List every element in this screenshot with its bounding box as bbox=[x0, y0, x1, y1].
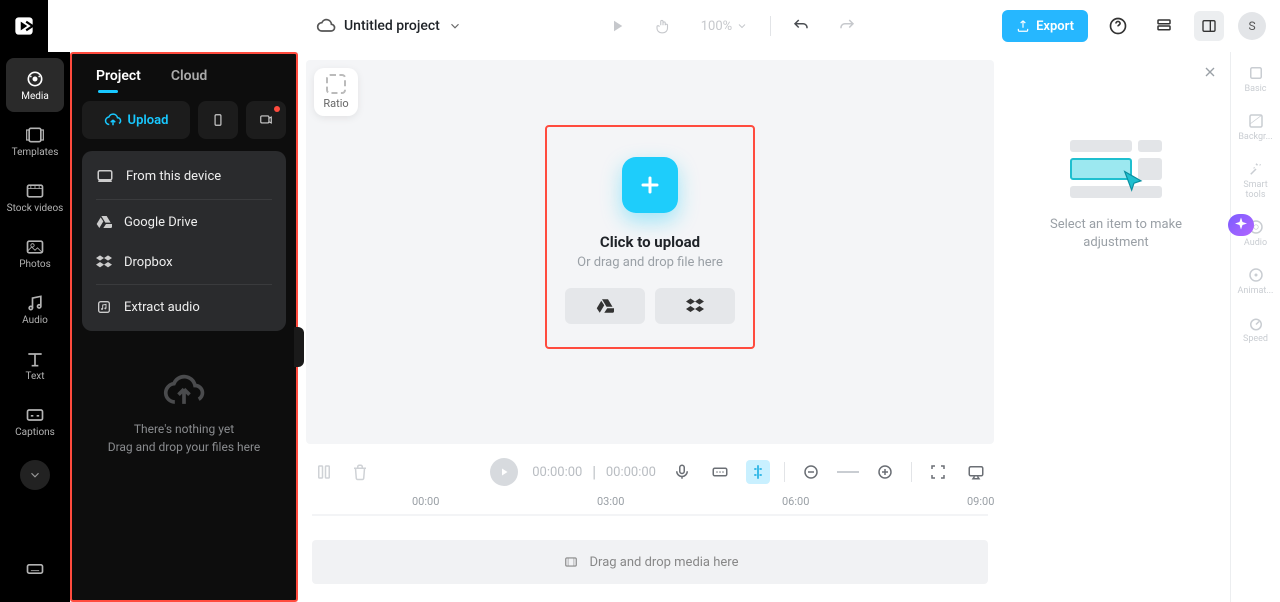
empty-title: There's nothing yet bbox=[88, 422, 280, 436]
tab-project[interactable]: Project bbox=[96, 68, 141, 90]
right-rail: Basic Backgr... Smart tools Audio Animat… bbox=[1230, 52, 1280, 602]
mic-button[interactable] bbox=[670, 460, 694, 484]
play-button[interactable] bbox=[490, 458, 518, 486]
project-title[interactable]: Untitled project bbox=[344, 18, 440, 34]
rr-smart-tools[interactable]: Smart tools bbox=[1234, 160, 1278, 200]
zoom-slider[interactable] bbox=[837, 471, 859, 473]
canvas-upload-subtitle: Or drag and drop file here bbox=[577, 255, 723, 270]
zoom-out-button[interactable] bbox=[799, 460, 823, 484]
google-drive-icon bbox=[596, 297, 614, 315]
rail-keyboard[interactable] bbox=[6, 542, 64, 596]
rr-animation[interactable]: Animat... bbox=[1234, 266, 1278, 296]
record-screen-button[interactable] bbox=[246, 101, 286, 139]
top-bar: Untitled project 100% Export S bbox=[0, 0, 1280, 52]
upload-dropdown: From this device Google Drive Dropbox Ex… bbox=[82, 151, 286, 331]
media-panel: Project Cloud Upload From this device Go… bbox=[70, 52, 298, 602]
dd-from-device[interactable]: From this device bbox=[82, 155, 286, 197]
export-button[interactable]: Export bbox=[1002, 10, 1088, 42]
app-logo[interactable] bbox=[0, 0, 48, 52]
canvas-upload-title: Click to upload bbox=[600, 233, 700, 251]
cloud-upload-icon bbox=[162, 369, 206, 413]
rail-stock-videos[interactable]: Stock videos bbox=[6, 170, 64, 224]
rail-templates[interactable]: Templates bbox=[6, 114, 64, 168]
canvas-upload-box: Click to upload Or drag and drop file he… bbox=[545, 125, 755, 349]
chevron-down-icon[interactable] bbox=[448, 19, 462, 33]
filmstrip-icon bbox=[562, 555, 580, 569]
timecode: 00:00:00 | 00:00:00 bbox=[532, 465, 656, 480]
panel-resize-handle[interactable] bbox=[294, 327, 304, 367]
upload-icon bbox=[104, 111, 122, 129]
preview-play-button[interactable] bbox=[601, 10, 633, 42]
rail-media[interactable]: Media bbox=[6, 58, 64, 112]
canvas-dropbox-button[interactable] bbox=[655, 288, 735, 324]
rr-speed[interactable]: Speed bbox=[1234, 314, 1278, 344]
canvas-google-drive-button[interactable] bbox=[565, 288, 645, 324]
placeholder-illustration bbox=[1070, 140, 1162, 198]
rail-expand-button[interactable] bbox=[20, 460, 50, 490]
canvas[interactable]: Ratio Click to upload Or drag and drop f… bbox=[306, 60, 994, 444]
fit-button[interactable] bbox=[926, 460, 950, 484]
hand-tool-button[interactable] bbox=[647, 10, 679, 42]
timeline-ruler[interactable]: 00:00 03:00 06:00 09:00 bbox=[312, 492, 988, 522]
rr-audio[interactable]: Audio bbox=[1234, 218, 1278, 248]
help-button[interactable] bbox=[1102, 10, 1134, 42]
zoom-indicator[interactable]: 100% bbox=[701, 19, 748, 34]
center-column: Ratio Click to upload Or drag and drop f… bbox=[298, 52, 1002, 602]
record-phone-button[interactable] bbox=[198, 101, 238, 139]
dd-google-drive[interactable]: Google Drive bbox=[82, 202, 286, 242]
cloud-icon bbox=[316, 16, 336, 36]
dd-dropbox[interactable]: Dropbox bbox=[82, 242, 286, 282]
dropbox-icon bbox=[686, 297, 704, 315]
user-avatar[interactable]: S bbox=[1238, 12, 1266, 40]
redo-button[interactable] bbox=[831, 10, 863, 42]
preview-mode-button[interactable] bbox=[964, 460, 988, 484]
layers-button[interactable] bbox=[1148, 10, 1180, 42]
upload-button[interactable]: Upload bbox=[82, 101, 190, 139]
ai-badge-icon bbox=[1228, 214, 1254, 236]
empty-subtitle: Drag and drop your files here bbox=[88, 440, 280, 454]
export-icon bbox=[1016, 19, 1030, 33]
magnet-button[interactable] bbox=[746, 460, 770, 484]
empty-dropzone[interactable]: There's nothing yet Drag and drop your f… bbox=[78, 341, 290, 454]
rail-text[interactable]: Text bbox=[6, 338, 64, 392]
panel-toggle-button[interactable] bbox=[1194, 11, 1224, 41]
rail-captions[interactable]: Captions bbox=[6, 394, 64, 448]
canvas-upload-button[interactable] bbox=[622, 157, 678, 213]
timeline-dropzone[interactable]: Drag and drop media here bbox=[312, 540, 988, 584]
ratio-button[interactable]: Ratio bbox=[314, 68, 358, 116]
zoom-in-button[interactable] bbox=[873, 460, 897, 484]
delete-button[interactable] bbox=[348, 460, 372, 484]
split-button[interactable] bbox=[312, 460, 336, 484]
close-panel-button[interactable] bbox=[1202, 64, 1218, 84]
tab-cloud[interactable]: Cloud bbox=[171, 68, 207, 90]
undo-button[interactable] bbox=[785, 10, 817, 42]
timeline-toolbar: 00:00:00 | 00:00:00 bbox=[298, 452, 1002, 492]
rail-photos[interactable]: Photos bbox=[6, 226, 64, 280]
rail-audio[interactable]: Audio bbox=[6, 282, 64, 336]
rr-background[interactable]: Backgr... bbox=[1234, 112, 1278, 142]
captions-tool-button[interactable] bbox=[708, 460, 732, 484]
dd-extract-audio[interactable]: Extract audio bbox=[82, 287, 286, 327]
rr-basic[interactable]: Basic bbox=[1234, 64, 1278, 94]
right-panel-hint: Select an item to make adjustment bbox=[1050, 216, 1182, 252]
left-rail: Media Templates Stock videos Photos Audi… bbox=[0, 52, 70, 602]
right-properties-panel: Select an item to make adjustment bbox=[1002, 52, 1230, 602]
